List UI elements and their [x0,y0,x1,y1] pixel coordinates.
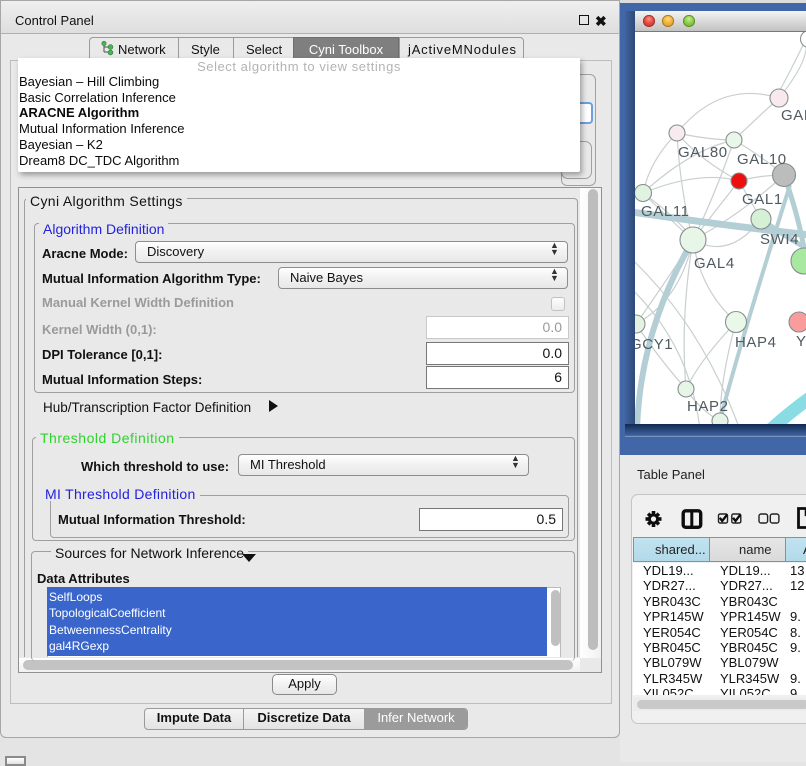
svg-text:SWI4: SWI4 [760,231,799,248]
svg-text:GCY1: GCY1 [635,336,673,353]
svg-text:HAP4: HAP4 [735,334,777,351]
svg-text:GAL11: GAL11 [641,203,690,220]
svg-text:GAL1: GAL1 [742,191,783,208]
svg-text:HAP2: HAP2 [687,398,729,415]
svg-text:GAL10: GAL10 [737,151,787,168]
svg-text:GAL80: GAL80 [678,144,728,161]
svg-text:GAL: GAL [781,107,806,124]
svg-text:Y: Y [796,333,806,350]
svg-text:GAL4: GAL4 [694,255,735,272]
